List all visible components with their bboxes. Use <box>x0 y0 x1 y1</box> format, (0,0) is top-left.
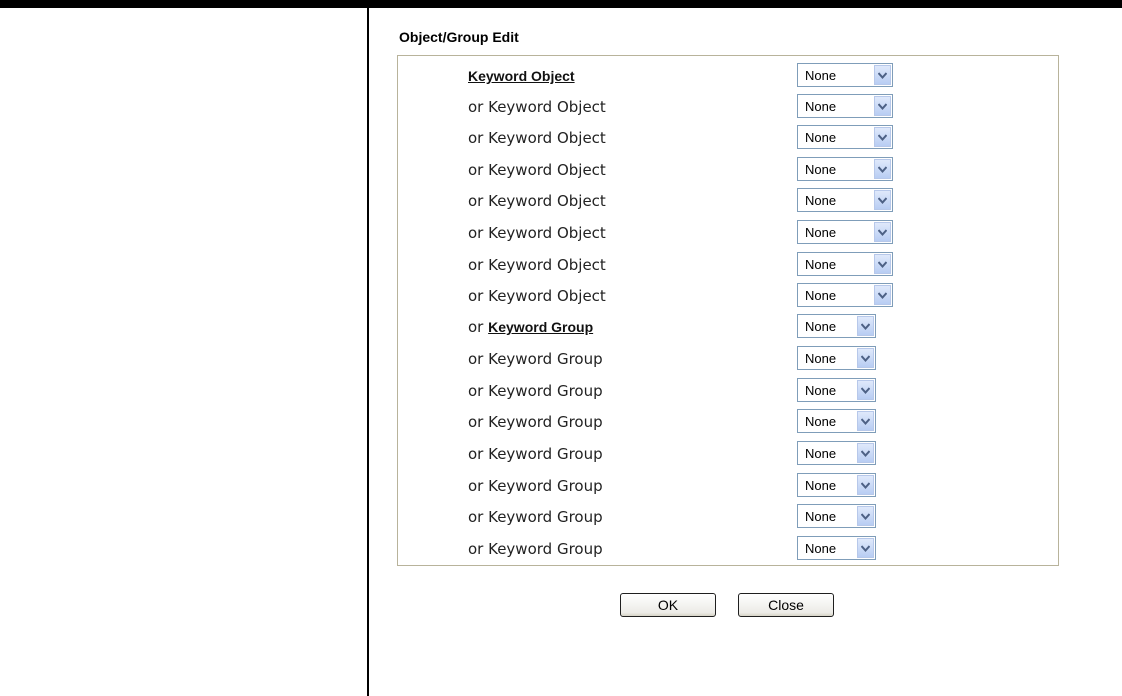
select-value: None <box>805 99 837 114</box>
keyword-object-select[interactable]: None <box>797 125 893 149</box>
keyword-object-select[interactable]: None <box>797 188 893 212</box>
row-label: or Keyword Object <box>468 98 606 116</box>
select-value: None <box>805 383 837 398</box>
keyword-object-select[interactable]: None <box>797 94 893 118</box>
keyword-object-row: or Keyword Object None <box>398 283 1058 309</box>
select-value: None <box>805 162 837 177</box>
chevron-down-icon[interactable] <box>874 96 891 116</box>
row-label-prefix: or <box>468 318 489 336</box>
keyword-object-select[interactable]: None <box>797 252 893 276</box>
keyword-object-link[interactable]: Keyword Object <box>468 68 575 84</box>
select-value: None <box>805 193 837 208</box>
keyword-group-row: or Keyword Group None <box>398 473 1058 499</box>
keyword-object-row: or Keyword Object None <box>398 252 1058 278</box>
chevron-down-icon[interactable] <box>857 475 874 495</box>
select-value: None <box>805 225 837 240</box>
select-value: None <box>805 541 837 556</box>
row-label: or Keyword Group <box>468 477 603 495</box>
chevron-down-icon[interactable] <box>874 65 891 85</box>
row-label: or Keyword Group <box>468 413 603 431</box>
keyword-group-row: or Keyword Group None <box>398 441 1058 467</box>
keyword-object-row: or Keyword Object None <box>398 220 1058 246</box>
chevron-down-icon[interactable] <box>874 127 891 147</box>
select-value: None <box>805 446 837 461</box>
chevron-down-icon[interactable] <box>874 254 891 274</box>
keyword-object-row: or Keyword Object None <box>398 188 1058 214</box>
keyword-group-select[interactable]: None <box>797 536 876 560</box>
close-button[interactable]: Close <box>738 593 834 617</box>
sidebar-divider <box>367 8 369 696</box>
select-value: None <box>805 257 837 272</box>
chevron-down-icon[interactable] <box>874 190 891 210</box>
select-value: None <box>805 288 837 303</box>
keyword-object-select[interactable]: None <box>797 63 893 87</box>
chevron-down-icon[interactable] <box>874 222 891 242</box>
chevron-down-icon[interactable] <box>857 443 874 463</box>
row-label: or Keyword Object <box>468 256 606 274</box>
keyword-group-select[interactable]: None <box>797 378 876 402</box>
row-label: or Keyword Object <box>468 224 606 242</box>
keyword-object-select[interactable]: None <box>797 283 893 307</box>
chevron-down-icon[interactable] <box>857 411 874 431</box>
select-value: None <box>805 319 837 334</box>
row-label: or Keyword Group <box>468 540 603 558</box>
chevron-down-icon[interactable] <box>857 348 874 368</box>
row-label: or Keyword Object <box>468 192 606 210</box>
keyword-group-row: or Keyword Group None <box>398 536 1058 562</box>
top-divider <box>0 0 1122 8</box>
row-label: Keyword Object <box>468 67 575 85</box>
keyword-group-row: or Keyword Group None <box>398 314 1058 340</box>
row-label: or Keyword Group <box>468 445 603 463</box>
row-label: or Keyword Object <box>468 129 606 147</box>
keyword-group-select[interactable]: None <box>797 314 876 338</box>
keyword-group-row: or Keyword Group None <box>398 504 1058 530</box>
chevron-down-icon[interactable] <box>857 380 874 400</box>
keyword-group-select[interactable]: None <box>797 473 876 497</box>
keyword-object-row: or Keyword Object None <box>398 94 1058 120</box>
chevron-down-icon[interactable] <box>857 506 874 526</box>
select-value: None <box>805 414 837 429</box>
keyword-group-row: or Keyword Group None <box>398 409 1058 435</box>
row-label: or Keyword Object <box>468 161 606 179</box>
row-label: or Keyword Group <box>468 508 603 526</box>
row-label: or Keyword Group <box>468 350 603 368</box>
keyword-group-select[interactable]: None <box>797 409 876 433</box>
keyword-group-link[interactable]: Keyword Group <box>488 319 593 335</box>
keyword-object-select[interactable]: None <box>797 157 893 181</box>
select-value: None <box>805 68 837 83</box>
chevron-down-icon[interactable] <box>874 159 891 179</box>
keyword-group-select[interactable]: None <box>797 504 876 528</box>
keyword-object-row: Keyword Object None <box>398 63 1058 89</box>
select-value: None <box>805 130 837 145</box>
keyword-object-row: or Keyword Object None <box>398 157 1058 183</box>
chevron-down-icon[interactable] <box>857 538 874 558</box>
select-value: None <box>805 351 837 366</box>
row-label: or Keyword Group <box>468 318 593 336</box>
keyword-group-select[interactable]: None <box>797 346 876 370</box>
keyword-object-select[interactable]: None <box>797 220 893 244</box>
page-title: Object/Group Edit <box>399 29 519 45</box>
chevron-down-icon[interactable] <box>857 316 874 336</box>
row-label: or Keyword Object <box>468 287 606 305</box>
object-group-panel: Keyword Object None or Keyword Object None o… <box>397 55 1059 566</box>
ok-button[interactable]: OK <box>620 593 716 617</box>
chevron-down-icon[interactable] <box>874 285 891 305</box>
keyword-group-row: or Keyword Group None <box>398 378 1058 404</box>
keyword-object-row: or Keyword Object None <box>398 125 1058 151</box>
select-value: None <box>805 478 837 493</box>
keyword-group-row: or Keyword Group None <box>398 346 1058 372</box>
row-label: or Keyword Group <box>468 382 603 400</box>
select-value: None <box>805 509 837 524</box>
keyword-group-select[interactable]: None <box>797 441 876 465</box>
